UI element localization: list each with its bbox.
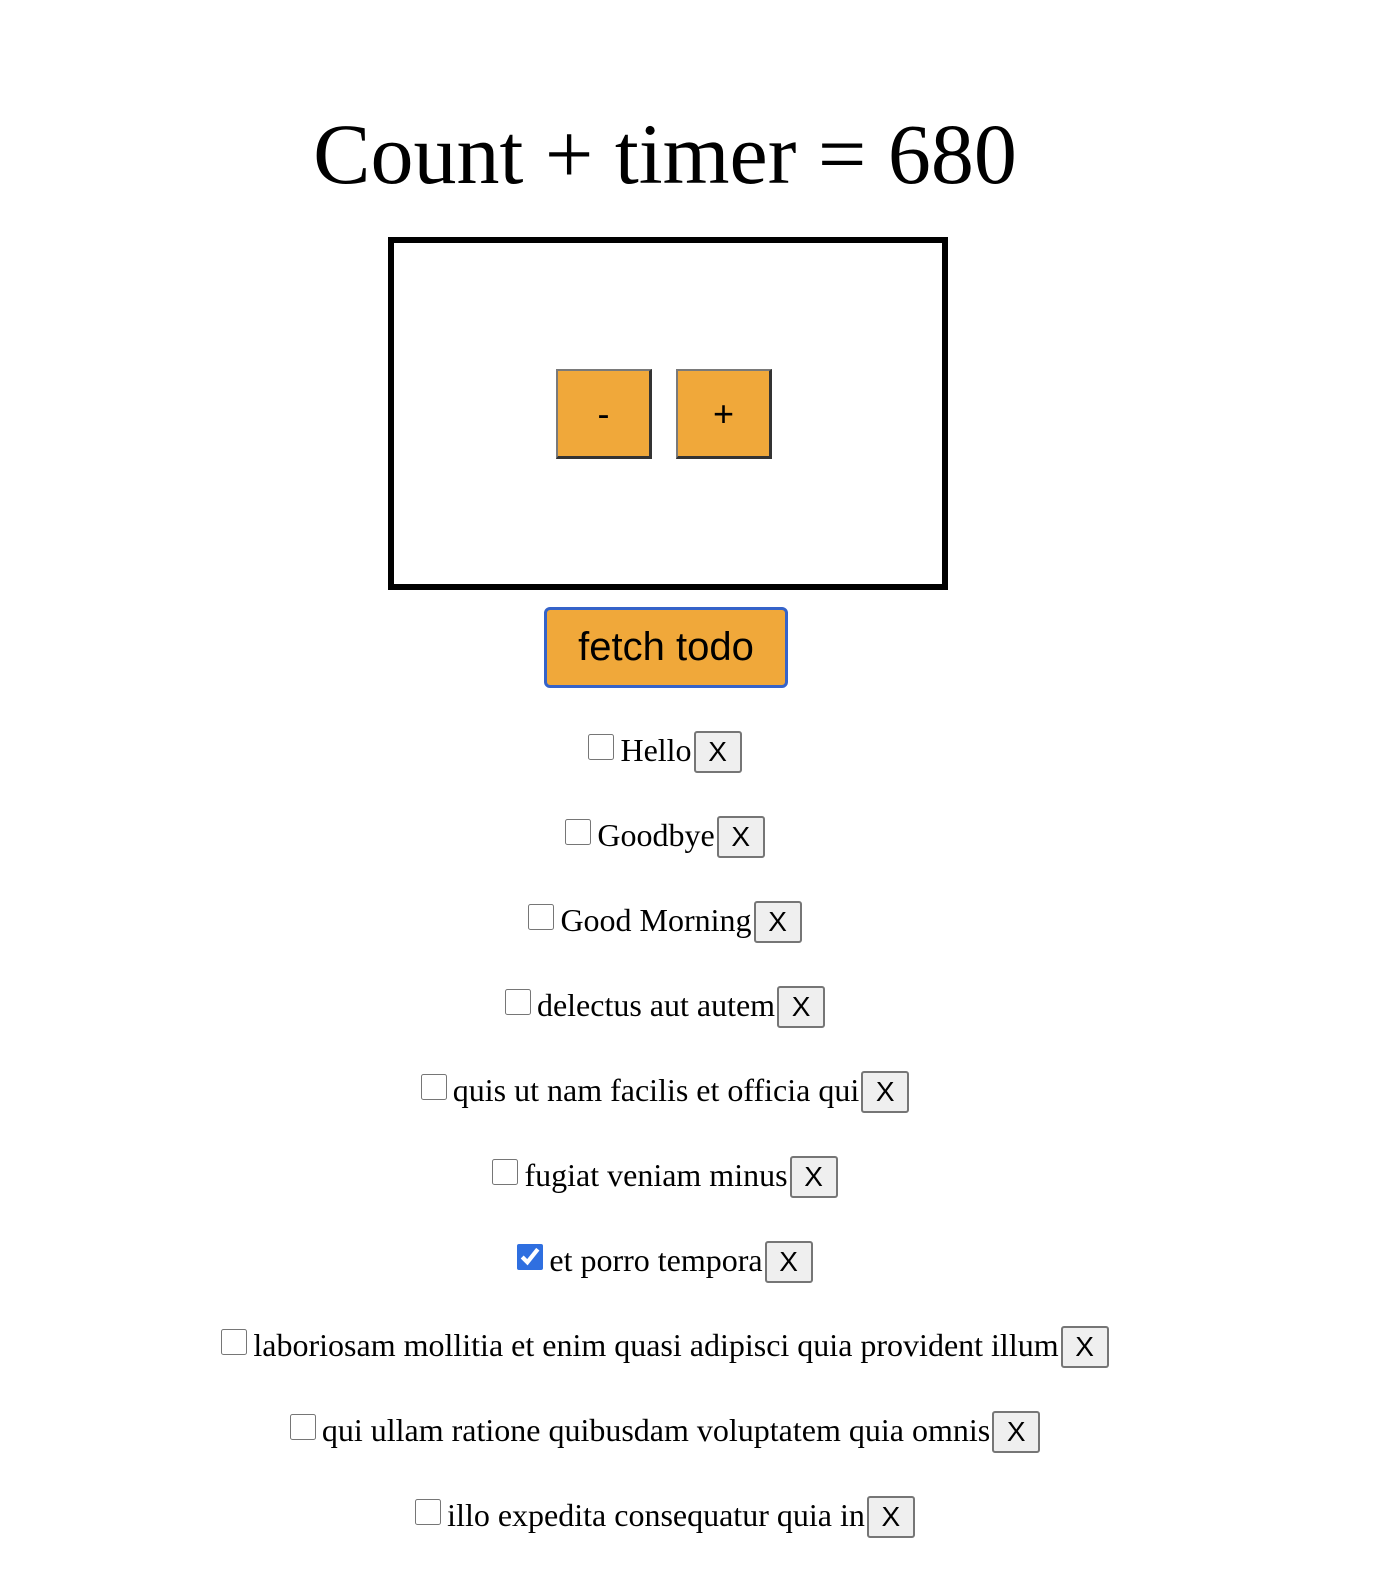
decrement-button[interactable]: - — [556, 369, 652, 459]
todo-row: et porro tempora X — [517, 1232, 813, 1288]
todo-row: Good Morning X — [528, 892, 802, 948]
delete-todo-button[interactable]: X — [1060, 1326, 1109, 1368]
todo-item: qui ullam ratione quibusdam voluptatem q… — [0, 1402, 1330, 1487]
delete-todo-button[interactable]: X — [866, 1496, 915, 1538]
fetch-todo-button[interactable]: fetch todo — [544, 607, 788, 688]
todo-row: Goodbye X — [565, 807, 765, 863]
delete-todo-button[interactable]: X — [789, 1156, 838, 1198]
todo-item: fugiat veniam minus X — [0, 1147, 1330, 1232]
todo-checkbox[interactable] — [221, 1329, 248, 1355]
todo-item: Goodbye X — [0, 807, 1330, 892]
counter-panel: - + — [388, 237, 948, 590]
todo-item: et porro tempora X — [0, 1232, 1330, 1317]
todo-checkbox[interactable] — [420, 1074, 447, 1100]
todo-row: quis ut nam facilis et officia qui X — [420, 1062, 910, 1118]
todo-text: qui ullam ratione quibusdam voluptatem q… — [321, 1412, 991, 1448]
todo-text: fugiat veniam minus — [524, 1157, 788, 1193]
todo-checkbox[interactable] — [528, 904, 555, 930]
todo-item: laboriosam mollitia et enim quasi adipis… — [0, 1317, 1330, 1402]
todo-text: delectus aut autem — [536, 987, 776, 1023]
delete-todo-button[interactable]: X — [992, 1411, 1041, 1453]
todo-row: Hello X — [588, 722, 742, 778]
todo-row: fugiat veniam minus X — [492, 1147, 838, 1203]
delete-todo-button[interactable]: X — [777, 986, 826, 1028]
todo-checkbox[interactable] — [504, 989, 531, 1015]
page-title: Count + timer = 680 — [313, 106, 1017, 202]
todo-text: Goodbye — [597, 817, 715, 853]
todo-checkbox[interactable] — [565, 819, 592, 845]
todo-checkbox[interactable] — [289, 1414, 316, 1440]
todo-checkbox[interactable] — [492, 1159, 519, 1185]
todo-row: delectus aut autem X — [504, 977, 826, 1033]
delete-todo-button[interactable]: X — [764, 1241, 813, 1283]
todo-item: delectus aut autem X — [0, 977, 1330, 1062]
delete-todo-button[interactable]: X — [716, 816, 765, 858]
todo-text: illo expedita consequatur quia in — [447, 1497, 865, 1533]
todo-row: laboriosam mollitia et enim quasi adipis… — [221, 1317, 1109, 1373]
todo-row: qui ullam ratione quibusdam voluptatem q… — [289, 1402, 1041, 1458]
todo-checkbox[interactable] — [517, 1244, 544, 1270]
todo-item: quis ut nam facilis et officia qui X — [0, 1062, 1330, 1147]
delete-todo-button[interactable]: X — [753, 901, 802, 943]
increment-button[interactable]: + — [676, 369, 772, 459]
todo-list: Hello X Goodbye X Good Morning X delectu… — [0, 722, 1330, 1572]
todo-item: Good Morning X — [0, 892, 1330, 977]
todo-text: laboriosam mollitia et enim quasi adipis… — [253, 1327, 1059, 1363]
todo-checkbox[interactable] — [415, 1499, 442, 1525]
delete-todo-button[interactable]: X — [693, 731, 742, 773]
delete-todo-button[interactable]: X — [861, 1071, 910, 1113]
todo-row: illo expedita consequatur quia in X — [415, 1487, 915, 1543]
todo-text: et porro tempora — [549, 1242, 763, 1278]
todo-text: Hello — [620, 732, 692, 768]
todo-text: Good Morning — [560, 902, 752, 938]
todo-checkbox[interactable] — [588, 734, 615, 760]
todo-text: quis ut nam facilis et officia qui — [452, 1072, 860, 1108]
todo-item: illo expedita consequatur quia in X — [0, 1487, 1330, 1572]
todo-item: Hello X — [0, 722, 1330, 807]
